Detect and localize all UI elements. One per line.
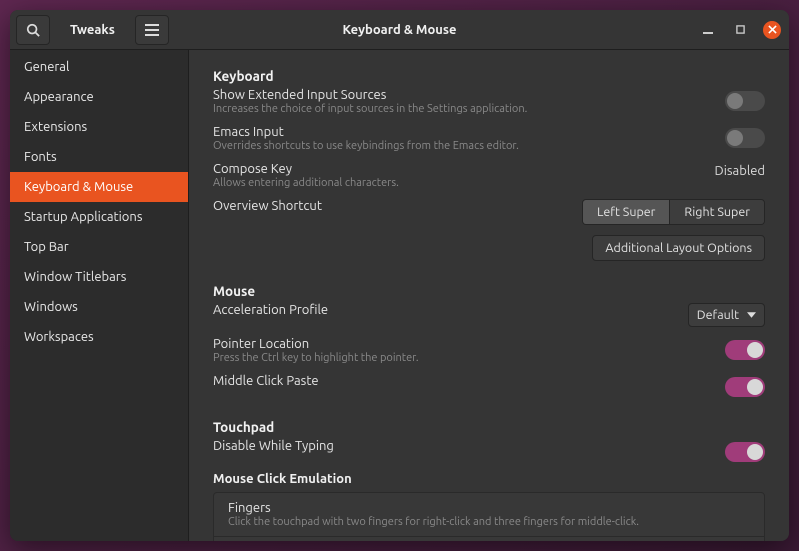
right-super-button[interactable]: Right Super [670, 200, 764, 224]
app-name: Tweaks [70, 23, 115, 37]
disable-typing-toggle[interactable] [725, 442, 765, 462]
compose-label: Compose Key [213, 162, 715, 176]
overview-label: Overview Shortcut [213, 199, 582, 213]
touchpad-section-title: Touchpad [213, 419, 765, 435]
fingers-label: Fingers [228, 501, 750, 515]
sidebar-item-appearance[interactable]: Appearance [10, 82, 188, 112]
compose-sub: Allows entering additional characters. [213, 177, 715, 189]
middle-paste-label: Middle Click Paste [213, 374, 725, 388]
fingers-sub: Click the touchpad with two fingers for … [228, 516, 750, 528]
emacs-label: Emacs Input [213, 125, 725, 139]
accel-label: Acceleration Profile [213, 303, 688, 317]
compose-value[interactable]: Disabled [715, 164, 765, 178]
search-icon [26, 23, 40, 37]
emulation-title: Mouse Click Emulation [213, 472, 765, 486]
keyboard-section-title: Keyboard [213, 68, 765, 84]
overview-shortcut-group: Left Super Right Super [582, 199, 765, 225]
sidebar-item-window-titlebars[interactable]: Window Titlebars [10, 262, 188, 292]
pointer-loc-label: Pointer Location [213, 337, 725, 351]
menu-button[interactable] [135, 15, 169, 45]
sidebar-item-keyboard-mouse[interactable]: Keyboard & Mouse [10, 172, 188, 202]
pointer-loc-sub: Press the Ctrl key to highlight the poin… [213, 352, 725, 364]
sidebar-item-extensions[interactable]: Extensions [10, 112, 188, 142]
ext-sources-toggle[interactable] [725, 91, 765, 111]
sidebar-item-fonts[interactable]: Fonts [10, 142, 188, 172]
sidebar: GeneralAppearanceExtensionsFontsKeyboard… [10, 50, 189, 541]
maximize-icon [736, 25, 745, 34]
ext-sources-label: Show Extended Input Sources [213, 88, 725, 102]
accel-select[interactable]: Default [688, 303, 765, 327]
minimize-button[interactable] [699, 21, 717, 39]
middle-paste-toggle[interactable] [725, 377, 765, 397]
sidebar-item-top-bar[interactable]: Top Bar [10, 232, 188, 262]
titlebar: Tweaks Keyboard & Mouse [10, 10, 789, 50]
left-super-button[interactable]: Left Super [583, 200, 670, 224]
emulation-area[interactable]: Area Click the bottom right of the touch… [214, 537, 764, 541]
sidebar-item-startup-applications[interactable]: Startup Applications [10, 202, 188, 232]
sidebar-item-workspaces[interactable]: Workspaces [10, 322, 188, 352]
emacs-toggle[interactable] [725, 128, 765, 148]
maximize-button[interactable] [731, 21, 749, 39]
close-icon [768, 25, 777, 34]
app-window: Tweaks Keyboard & Mouse GeneralAppearanc… [10, 10, 789, 541]
ext-sources-sub: Increases the choice of input sources in… [213, 103, 725, 115]
close-button[interactable] [763, 21, 781, 39]
additional-layout-button[interactable]: Additional Layout Options [592, 235, 765, 261]
sidebar-item-windows[interactable]: Windows [10, 292, 188, 322]
emacs-sub: Overrides shortcuts to use keybindings f… [213, 140, 725, 152]
hamburger-icon [145, 24, 159, 36]
search-button[interactable] [16, 15, 50, 45]
accel-value: Default [697, 308, 739, 322]
emulation-options: Fingers Click the touchpad with two fing… [213, 492, 765, 541]
page-title: Keyboard & Mouse [342, 23, 456, 37]
emulation-fingers[interactable]: Fingers Click the touchpad with two fing… [214, 493, 764, 537]
main-panel: Keyboard Show Extended Input Sources Inc… [189, 50, 789, 541]
mouse-section-title: Mouse [213, 283, 765, 299]
pointer-loc-toggle[interactable] [725, 340, 765, 360]
disable-typing-label: Disable While Typing [213, 439, 725, 453]
chevron-down-icon [747, 312, 756, 318]
sidebar-item-general[interactable]: General [10, 52, 188, 82]
minimize-icon [703, 25, 713, 35]
